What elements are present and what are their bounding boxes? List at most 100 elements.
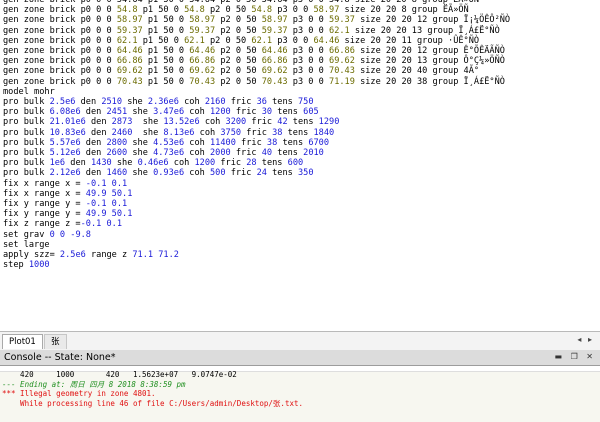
code-token: gen zone brick p0 0 0	[3, 76, 117, 87]
code-token: 2160	[204, 97, 226, 107]
code-token: 4.73e6	[153, 148, 185, 158]
code-token: 5.57e6	[49, 137, 81, 148]
code-line: pro bulk 6.08e6 den 2451 she 3.47e6 coh …	[3, 107, 319, 117]
close-icon[interactable]: ✕	[586, 352, 596, 361]
code-token: tens	[287, 117, 319, 128]
code-token: 2800	[106, 137, 128, 148]
console-line: --- Ending at: 周日 四月 8 2018 8:38:59 pm	[2, 379, 186, 389]
code-line: pro bulk 5.57e6 den 2800 she 4.53e6 coh …	[3, 138, 329, 148]
tab-scroll-arrows-icon[interactable]: ◂ ▸	[577, 335, 594, 344]
code-token: 6700	[308, 137, 330, 148]
code-token: tens	[266, 168, 298, 179]
code-token: 21.01e6	[49, 117, 86, 128]
code-token: 600	[287, 158, 304, 169]
code-token: coh	[168, 158, 195, 169]
code-line: gen zone brick p0 0 0 62.1 p1 50 0 62.1 …	[3, 36, 479, 46]
code-token: 750	[297, 97, 314, 107]
code-token: den	[80, 107, 107, 118]
code-token: 2000	[210, 148, 231, 158]
code-token: 54.8	[184, 5, 205, 16]
code-token: 2873	[111, 117, 133, 128]
code-token: 350	[297, 168, 314, 179]
code-line: fix x range x = -0.1 0.1	[3, 179, 127, 189]
code-token: p2 0 50	[215, 46, 262, 56]
tab-plot01[interactable]: Plot01	[2, 334, 43, 349]
code-token: 3200	[225, 117, 247, 128]
script-editor[interactable]: gen zone brick p0 0 0 54.64 p1 50 0 54.6…	[0, 0, 600, 331]
code-line: gen zone brick p0 0 0 70.43 p1 50 0 70.4…	[3, 77, 505, 87]
code-token: tens	[272, 107, 304, 118]
code-token: coh	[184, 148, 210, 158]
code-token: 6.08e6	[49, 107, 81, 118]
code-token: fix z range z =	[3, 219, 81, 230]
code-token: gen zone brick p0 0 0	[3, 35, 117, 46]
code-token: 62.1	[116, 35, 138, 46]
code-token: p1 50 0	[137, 5, 185, 16]
code-token: p1 50 0	[142, 56, 190, 67]
code-token: she	[127, 168, 154, 179]
code-token: gen zone brick p0 0 0	[3, 56, 117, 67]
code-token: 62.1	[184, 35, 205, 46]
code-token: fric	[230, 148, 262, 158]
code-token: tens	[282, 127, 314, 138]
code-token: 30	[261, 107, 273, 118]
code-token: tens	[272, 148, 304, 158]
code-token: 58.97	[261, 15, 288, 26]
code-token: p3 0 0	[287, 25, 330, 36]
code-token: 38	[266, 137, 278, 148]
code-token: 49.9 50.1	[85, 188, 133, 199]
code-token: 2.12e6	[49, 168, 81, 179]
code-token: size 20 20 8 group ËÃ»ÖÑ	[339, 5, 469, 16]
code-token: den	[85, 117, 112, 128]
code-token: fric	[225, 168, 257, 179]
code-token: 59.37	[116, 25, 143, 36]
code-token: 3.47e6	[153, 107, 185, 118]
code-token: fix x range x =	[3, 178, 86, 189]
code-token: she	[127, 137, 154, 148]
code-token: she	[111, 158, 138, 169]
code-token: 54.8	[251, 5, 273, 16]
code-token: 2.36e6	[147, 97, 179, 107]
code-token: -0.1 0.1	[85, 199, 128, 209]
code-token: 59.37	[261, 25, 288, 36]
code-token: gen zone brick p0 0 0	[3, 5, 117, 16]
code-token: model mohr	[3, 86, 55, 97]
code-token: 0.46e6	[137, 158, 169, 169]
code-token: fric	[215, 158, 247, 169]
code-line: pro bulk 2.5e6 den 2510 she 2.36e6 coh 2…	[3, 97, 314, 107]
restore-icon[interactable]: ❐	[571, 352, 581, 361]
minimize-icon[interactable]: ▬	[554, 352, 565, 361]
code-token: 64.46	[261, 46, 288, 56]
code-line: set grav 0 0 -9.8	[3, 230, 91, 240]
code-token: p3 0 0	[272, 35, 314, 46]
code-token: 2.5e6	[59, 250, 86, 260]
code-token: 4.53e6	[153, 137, 185, 148]
code-line: fix y range y = 49.9 50.1	[3, 209, 132, 219]
code-token: 64.46	[313, 35, 340, 46]
code-token: 0.93e6	[153, 168, 185, 179]
code-line: fix y range y = -0.1 0.1	[3, 199, 127, 209]
code-token: 54.8	[116, 5, 138, 16]
code-token: gen zone brick p0 0 0	[3, 46, 117, 56]
code-token: pro bulk	[3, 158, 50, 169]
code-token: 70.43	[329, 66, 355, 77]
tab-file[interactable]: 张	[44, 334, 67, 349]
code-token: pro bulk	[3, 97, 50, 107]
code-token: fix y range y =	[3, 199, 86, 209]
code-line: gen zone brick p0 0 0 66.86 p1 50 0 66.8…	[3, 56, 505, 66]
code-token: she	[127, 107, 154, 118]
console-line: *** Illegal geometry in zone 4801.	[2, 389, 156, 398]
code-token: 70.43	[116, 76, 143, 87]
code-token: size 20 20 38 group Ï¸Á£Ë°ÑÒ	[354, 76, 505, 87]
code-token: p3 0 0	[287, 66, 330, 77]
code-token: she	[132, 127, 164, 138]
code-token: coh	[178, 97, 205, 107]
code-line: fix x range x = 49.9 50.1	[3, 189, 132, 199]
code-token: den	[80, 137, 107, 148]
code-token: 1840	[313, 127, 335, 138]
code-line: set large	[3, 240, 50, 250]
code-token: 42	[277, 117, 288, 128]
console-output[interactable]: 420 1000 420 1.5623e+07 9.0747e-02 --- En…	[0, 366, 600, 422]
code-token: p2 0 50	[215, 25, 262, 36]
code-token: den	[65, 158, 91, 169]
